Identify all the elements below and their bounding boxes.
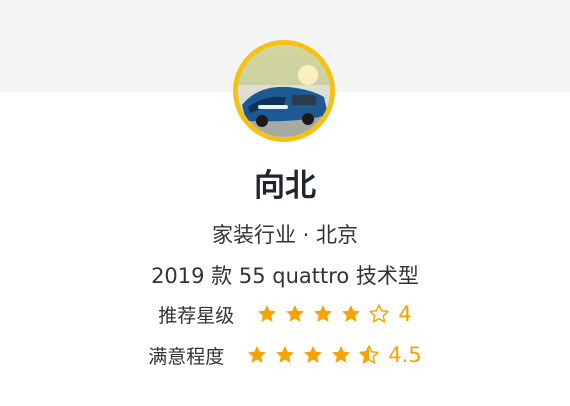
star-full-icon [302,344,324,366]
satisfaction-rating-label: 满意程度 [148,345,225,368]
star-full-icon [312,303,334,325]
star-full-icon [246,344,268,366]
satisfaction-score: 4.5 [388,343,422,367]
star-empty-icon [368,303,390,325]
recommend-score: 4 [398,302,412,326]
satisfaction-stars [246,344,386,366]
recommend-stars [256,303,396,325]
car-avatar-icon [238,45,330,137]
industry-location: 家装行业 · 北京 [211,223,359,247]
star-full-icon [284,303,306,325]
star-full-icon [340,303,362,325]
satisfaction-rating-row: 满意程度 4.5 [0,340,570,370]
avatar[interactable] [233,40,335,142]
recommend-rating-label: 推荐星级 [158,304,235,327]
star-half-icon [358,344,380,366]
star-full-icon [274,344,296,366]
recommend-rating-row: 推荐星级 4 [0,299,570,329]
star-full-icon [256,303,278,325]
user-name: 向北 [254,168,316,204]
car-model: 2019 款 55 quattro 技术型 [151,264,419,288]
star-full-icon [330,344,352,366]
